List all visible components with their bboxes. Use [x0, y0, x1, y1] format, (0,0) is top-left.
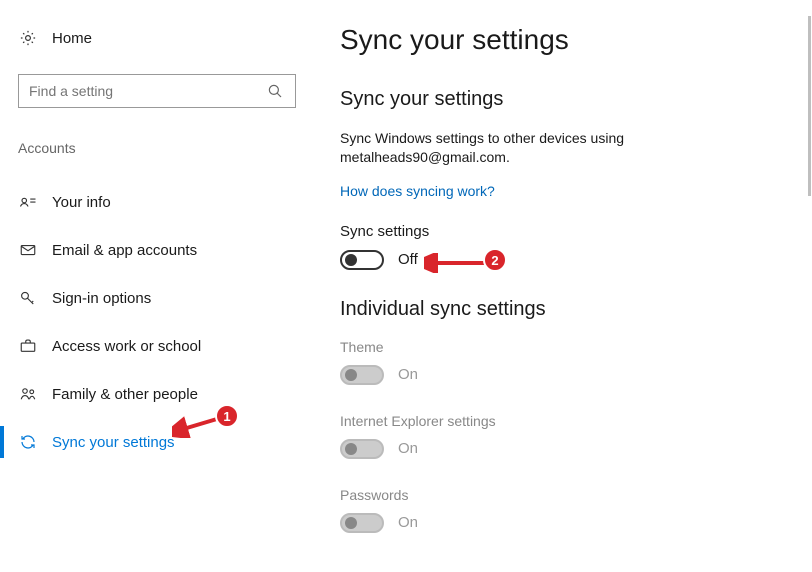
individual-theme-toggle — [340, 365, 384, 385]
sidebar-item-sign-in[interactable]: Sign-in options — [18, 274, 292, 322]
section-label-accounts: Accounts — [18, 140, 292, 156]
sidebar-item-label: Access work or school — [52, 338, 201, 355]
home-button[interactable]: Home — [18, 28, 292, 48]
individual-passwords-state: On — [398, 514, 418, 531]
individual-passwords-toggle — [340, 513, 384, 533]
briefcase-icon — [18, 336, 38, 356]
sidebar-item-label: Sign-in options — [52, 290, 151, 307]
individual-passwords-label: Passwords — [340, 487, 792, 503]
section-title-sync: Sync your settings — [340, 88, 792, 111]
gear-icon — [18, 28, 38, 48]
page-title: Sync your settings — [340, 24, 792, 56]
user-card-icon — [18, 192, 38, 212]
sidebar-item-label: Your info — [52, 194, 111, 211]
sync-settings-label: Sync settings — [340, 223, 792, 240]
search-input[interactable] — [18, 74, 296, 108]
individual-ie-label: Internet Explorer settings — [340, 413, 792, 429]
search-field[interactable] — [29, 83, 259, 99]
search-icon — [265, 81, 285, 101]
individual-theme-label: Theme — [340, 339, 792, 355]
sync-settings-state: Off — [398, 251, 418, 268]
individual-ie-state: On — [398, 440, 418, 457]
sync-settings-toggle[interactable] — [340, 250, 384, 270]
sidebar-item-family[interactable]: Family & other people — [18, 370, 292, 418]
section-title-individual: Individual sync settings — [340, 298, 792, 321]
sidebar-item-label: Sync your settings — [52, 434, 175, 451]
sidebar-item-work-school[interactable]: Access work or school — [18, 322, 292, 370]
settings-main: Sync your settings Sync your settings Sy… — [310, 0, 812, 572]
sync-icon — [18, 432, 38, 452]
individual-theme-state: On — [398, 366, 418, 383]
sync-description: Sync Windows settings to other devices u… — [340, 129, 660, 167]
settings-sidebar: Home Accounts Your info — [0, 0, 310, 572]
sidebar-item-your-info[interactable]: Your info — [18, 178, 292, 226]
home-label: Home — [52, 30, 92, 47]
mail-icon — [18, 240, 38, 260]
syncing-help-link[interactable]: How does syncing work? — [340, 183, 495, 199]
people-icon — [18, 384, 38, 404]
sidebar-item-label: Family & other people — [52, 386, 198, 403]
key-icon — [18, 288, 38, 308]
vertical-scrollbar[interactable] — [808, 16, 811, 196]
individual-ie-toggle — [340, 439, 384, 459]
sidebar-item-email-accounts[interactable]: Email & app accounts — [18, 226, 292, 274]
sidebar-item-label: Email & app accounts — [52, 242, 197, 259]
sidebar-item-sync-settings[interactable]: Sync your settings — [18, 418, 292, 466]
